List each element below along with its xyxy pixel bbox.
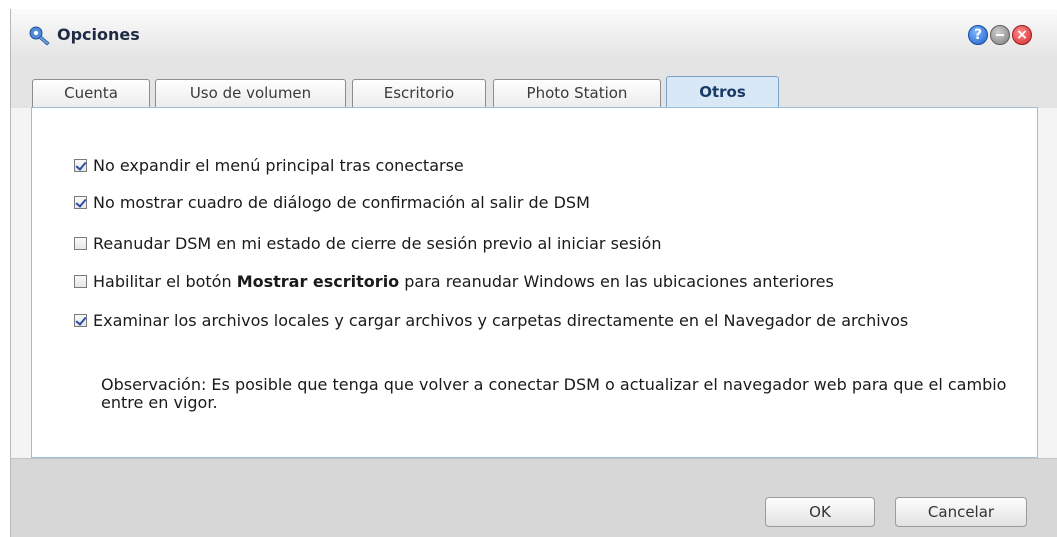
close-icon[interactable]: × [1012,25,1032,45]
checkbox[interactable] [74,314,87,327]
help-icon[interactable]: ? [968,25,988,45]
checkbox[interactable] [74,159,87,172]
option-no-mostrar-confirmacion[interactable]: No mostrar cuadro de diálogo de confirma… [74,192,590,214]
label-text: Habilitar el botón [93,272,237,291]
option-reanudar-dsm[interactable]: Reanudar DSM en mi estado de cierre de s… [74,233,661,255]
tab-otros[interactable]: Otros [666,76,779,109]
tab-escritorio[interactable]: Escritorio [352,79,486,108]
note-text: Observación: Es posible que tenga que vo… [101,375,1007,412]
tab-cuenta[interactable]: Cuenta [32,79,150,108]
checkbox[interactable] [74,196,87,209]
option-label: No mostrar cuadro de diálogo de confirma… [93,193,590,212]
option-label: No expandir el menú principal tras conec… [93,156,464,175]
option-label: Reanudar DSM en mi estado de cierre de s… [93,234,662,253]
option-examinar-archivos-locales[interactable]: Examinar los archivos locales y cargar a… [74,310,993,332]
cancel-button[interactable]: Cancelar [895,497,1027,527]
option-label: Examinar los archivos locales y cargar a… [93,311,909,330]
options-window: Opciones ? × Cuenta Uso de volumen Escri… [10,9,1057,537]
options-panel: No expandir el menú principal tras conec… [31,107,1038,458]
ok-button[interactable]: OK [765,497,875,527]
label-bold-text: Mostrar escritorio [236,272,400,291]
checkbox[interactable] [74,237,87,250]
options-icon [29,26,50,46]
option-no-expandir-menu[interactable]: No expandir el menú principal tras conec… [74,155,464,177]
tab-strip: Cuenta Uso de volumen Escritorio Photo S… [11,59,1057,109]
tab-uso-de-volumen[interactable]: Uso de volumen [155,79,346,108]
window-title: Opciones [57,25,140,44]
button-bar: OK Cancelar [11,458,1057,537]
label-text: para reanudar Windows en las ubicaciones… [399,272,834,291]
option-mostrar-escritorio[interactable]: Habilitar el botón Mostrar escritorio pa… [74,271,834,293]
minimize-icon[interactable] [990,25,1010,45]
title-bar[interactable]: Opciones ? × [11,9,1057,59]
checkbox[interactable] [74,275,87,288]
option-label: Habilitar el botón Mostrar escritorio pa… [74,271,834,293]
tab-photo-station[interactable]: Photo Station [493,79,661,108]
